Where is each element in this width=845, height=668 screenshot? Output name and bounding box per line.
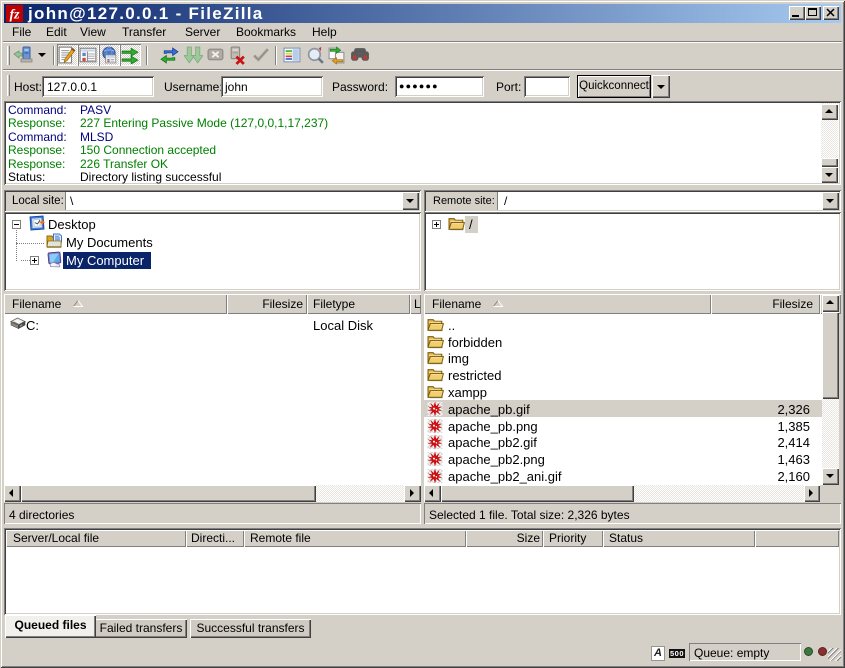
svg-text:fz: fz (9, 8, 20, 23)
